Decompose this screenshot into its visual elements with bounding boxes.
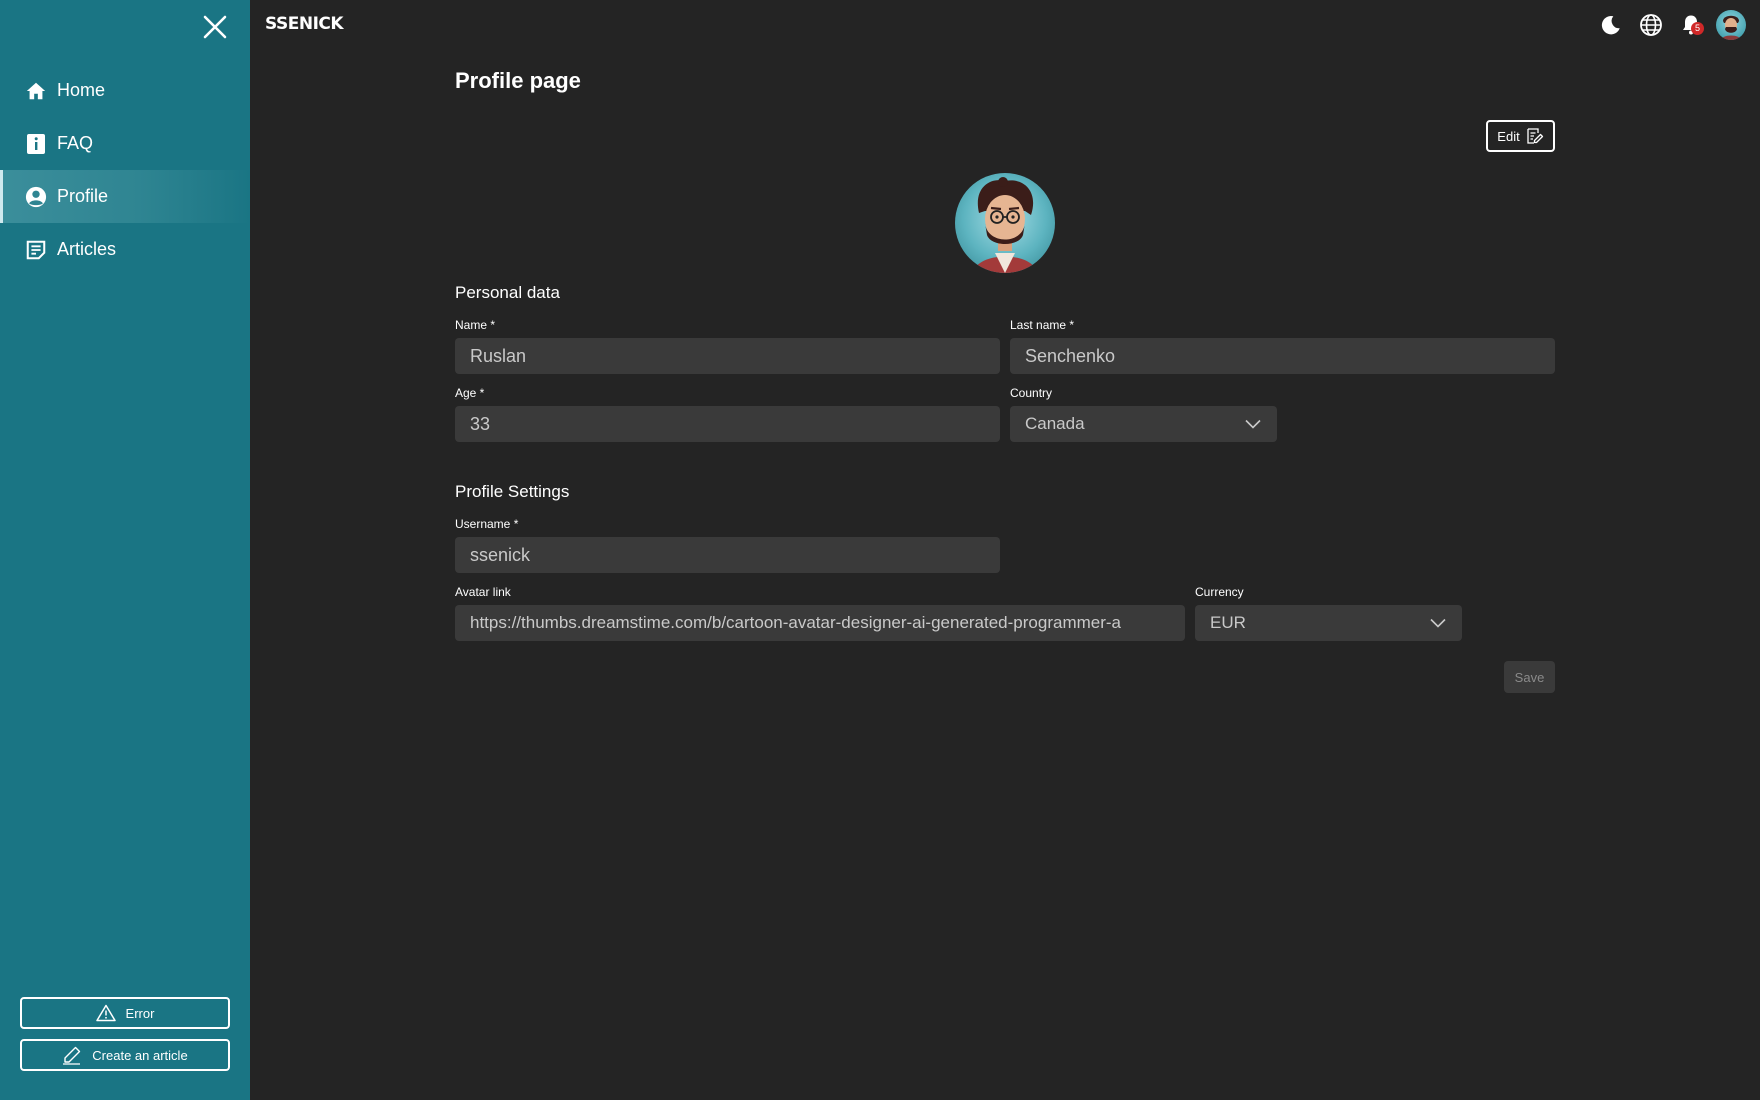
create-article-button[interactable]: Create an article xyxy=(20,1039,230,1071)
user-avatar-button[interactable] xyxy=(1716,10,1746,40)
avatar-link-label: Avatar link xyxy=(455,585,511,599)
close-icon xyxy=(203,15,227,39)
sidebar-nav: Home FAQ Profile Articles xyxy=(0,64,250,276)
last-name-field[interactable]: Senchenko xyxy=(1010,338,1555,374)
sidebar-item-label: Profile xyxy=(57,186,109,206)
edit-button-label: Edit xyxy=(1497,128,1520,144)
warning-icon xyxy=(95,1003,116,1023)
age-field[interactable]: 33 xyxy=(455,406,1000,442)
create-article-label: Create an article xyxy=(92,1047,188,1063)
sidebar: Home FAQ Profile Articles Error Create a… xyxy=(0,0,250,1100)
error-button[interactable]: Error xyxy=(20,997,230,1029)
currency-value: EUR xyxy=(1210,613,1246,632)
profile-avatar xyxy=(955,173,1055,273)
close-sidebar-button[interactable] xyxy=(200,12,230,42)
language-button[interactable] xyxy=(1636,10,1666,40)
header-actions: 5 xyxy=(1586,10,1746,40)
error-button-label: Error xyxy=(125,1005,155,1021)
article-icon xyxy=(24,238,48,262)
theme-toggle-button[interactable] xyxy=(1596,10,1626,40)
currency-label: Currency xyxy=(1195,585,1244,599)
edit-button[interactable]: Edit xyxy=(1486,120,1555,152)
username-label: Username * xyxy=(455,517,519,531)
sidebar-item-label: Articles xyxy=(57,239,117,259)
user-circle-icon xyxy=(24,185,48,209)
save-button[interactable]: Save xyxy=(1504,661,1555,693)
sidebar-item-home[interactable]: Home xyxy=(0,64,250,117)
sidebar-item-faq[interactable]: FAQ xyxy=(0,117,250,170)
sidebar-item-label: FAQ xyxy=(57,133,94,153)
notifications-button[interactable]: 5 xyxy=(1676,10,1706,40)
username-field[interactable]: ssenick xyxy=(455,537,1000,573)
country-label: Country xyxy=(1010,386,1053,400)
sidebar-item-articles[interactable]: Articles xyxy=(0,223,250,276)
avatar-link-value: https://thumbs.dreamstime.com/b/cartoon-… xyxy=(470,613,1121,632)
profile-settings-title: Profile Settings xyxy=(455,482,570,501)
avatar-link-field[interactable]: https://thumbs.dreamstime.com/b/cartoon-… xyxy=(455,605,1185,641)
app-logo[interactable]: SSENICK xyxy=(265,14,344,34)
pencil-icon xyxy=(62,1045,82,1065)
currency-select[interactable]: EUR xyxy=(1195,605,1462,641)
last-name-label: Last name * xyxy=(1010,318,1075,332)
name-field[interactable]: Ruslan xyxy=(455,338,1000,374)
page-title: Profile page xyxy=(455,68,581,93)
country-select[interactable]: Canada xyxy=(1010,406,1277,442)
chevron-down-icon xyxy=(1430,618,1446,628)
age-label: Age * xyxy=(455,386,485,400)
sidebar-item-label: Home xyxy=(57,80,106,100)
name-label: Name * xyxy=(455,318,496,332)
moon-icon xyxy=(1601,16,1620,35)
notification-badge: 5 xyxy=(1691,22,1704,35)
home-icon xyxy=(24,79,48,103)
chevron-down-icon xyxy=(1245,419,1261,429)
country-value: Canada xyxy=(1025,414,1085,433)
edit-icon xyxy=(1526,127,1544,145)
avatar xyxy=(1716,10,1746,40)
sidebar-item-profile[interactable]: Profile xyxy=(0,170,250,223)
globe-icon xyxy=(1640,14,1662,36)
personal-data-title: Personal data xyxy=(455,283,560,302)
info-book-icon xyxy=(24,132,48,156)
